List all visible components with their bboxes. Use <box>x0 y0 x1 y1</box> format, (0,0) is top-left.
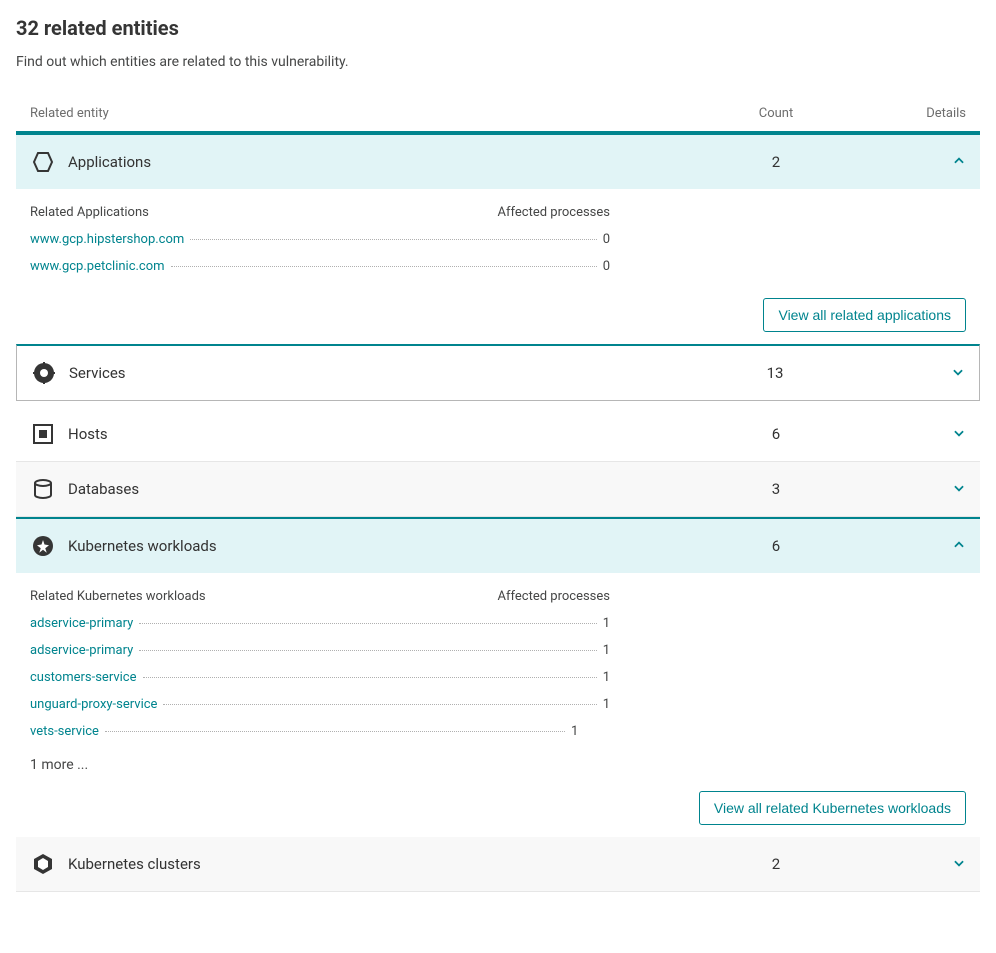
list-item[interactable]: www.gcp.petclinic.com <box>30 259 165 274</box>
applications-details: Related Applications Affected processes … <box>16 189 980 280</box>
list-item[interactable]: unguard-proxy-service <box>30 697 157 712</box>
group-row-hosts[interactable]: Hosts 6 <box>16 407 980 462</box>
group-count: 6 <box>706 425 846 443</box>
page-title: 32 related entities <box>16 16 980 40</box>
list-item-value: 0 <box>603 232 610 247</box>
detail-header-right: Affected processes <box>480 589 610 604</box>
applications-icon <box>30 149 56 175</box>
group-label: Kubernetes clusters <box>68 855 706 873</box>
dots-divider <box>139 623 596 624</box>
chevron-down-icon <box>846 480 966 499</box>
group-label: Services <box>69 364 705 382</box>
services-icon <box>31 360 57 386</box>
chevron-down-icon <box>846 425 966 444</box>
dots-divider <box>171 266 597 267</box>
group-count: 13 <box>705 364 845 382</box>
dots-divider <box>143 677 597 678</box>
list-item[interactable]: adservice-primary <box>30 643 133 658</box>
list-item[interactable]: customers-service <box>30 670 137 685</box>
page-subtitle: Find out which entities are related to t… <box>16 54 980 70</box>
group-row-kubernetes-workloads[interactable]: Kubernetes workloads 6 <box>16 517 980 573</box>
group-label: Databases <box>68 480 706 498</box>
detail-header-left: Related Kubernetes workloads <box>30 589 480 604</box>
detail-header-right: Affected processes <box>480 205 610 220</box>
dots-divider <box>105 731 565 732</box>
dots-divider <box>163 704 596 705</box>
group-row-databases[interactable]: Databases 3 <box>16 462 980 517</box>
list-item-value: 0 <box>603 259 610 274</box>
chevron-up-icon <box>846 153 966 172</box>
list-item[interactable]: vets-service <box>30 724 99 739</box>
view-all-applications-button[interactable]: View all related applications <box>763 298 966 332</box>
chevron-down-icon <box>846 855 966 874</box>
group-count: 3 <box>706 480 846 498</box>
chevron-up-icon <box>846 537 966 556</box>
list-item-value: 1 <box>603 616 610 631</box>
table-header: Related entity Count Details <box>16 98 980 133</box>
view-all-kubernetes-workloads-button[interactable]: View all related Kubernetes workloads <box>699 791 966 825</box>
list-item-value: 1 <box>571 724 578 739</box>
group-kubernetes-workloads: Kubernetes workloads 6 Related Kubernete… <box>16 517 980 837</box>
list-item[interactable]: adservice-primary <box>30 616 133 631</box>
group-row-applications[interactable]: Applications 2 <box>16 133 980 189</box>
databases-icon <box>30 476 56 502</box>
col-header-details: Details <box>846 106 966 121</box>
group-count: 2 <box>706 855 846 873</box>
chevron-down-icon <box>845 364 965 383</box>
kubernetes-workloads-details: Related Kubernetes workloads Affected pr… <box>16 573 980 773</box>
list-item-value: 1 <box>603 670 610 685</box>
group-row-kubernetes-clusters[interactable]: Kubernetes clusters 2 <box>16 837 980 892</box>
group-label: Hosts <box>68 425 706 443</box>
dots-divider <box>190 239 596 240</box>
group-label: Applications <box>68 153 706 171</box>
group-applications: Applications 2 Related Applications Affe… <box>16 133 980 344</box>
group-count: 6 <box>706 537 846 555</box>
group-row-services[interactable]: Services 13 <box>16 344 980 401</box>
list-item-value: 1 <box>603 697 610 712</box>
dots-divider <box>139 650 596 651</box>
col-header-entity: Related entity <box>30 106 706 121</box>
kubernetes-clusters-icon <box>30 851 56 877</box>
detail-header-left: Related Applications <box>30 205 480 220</box>
col-header-count: Count <box>706 106 846 121</box>
hosts-icon <box>30 421 56 447</box>
more-text[interactable]: 1 more ... <box>30 745 966 773</box>
list-item[interactable]: www.gcp.hipstershop.com <box>30 232 184 247</box>
list-item-value: 1 <box>603 643 610 658</box>
group-count: 2 <box>706 153 846 171</box>
group-label: Kubernetes workloads <box>68 537 706 555</box>
kubernetes-workloads-icon <box>30 533 56 559</box>
